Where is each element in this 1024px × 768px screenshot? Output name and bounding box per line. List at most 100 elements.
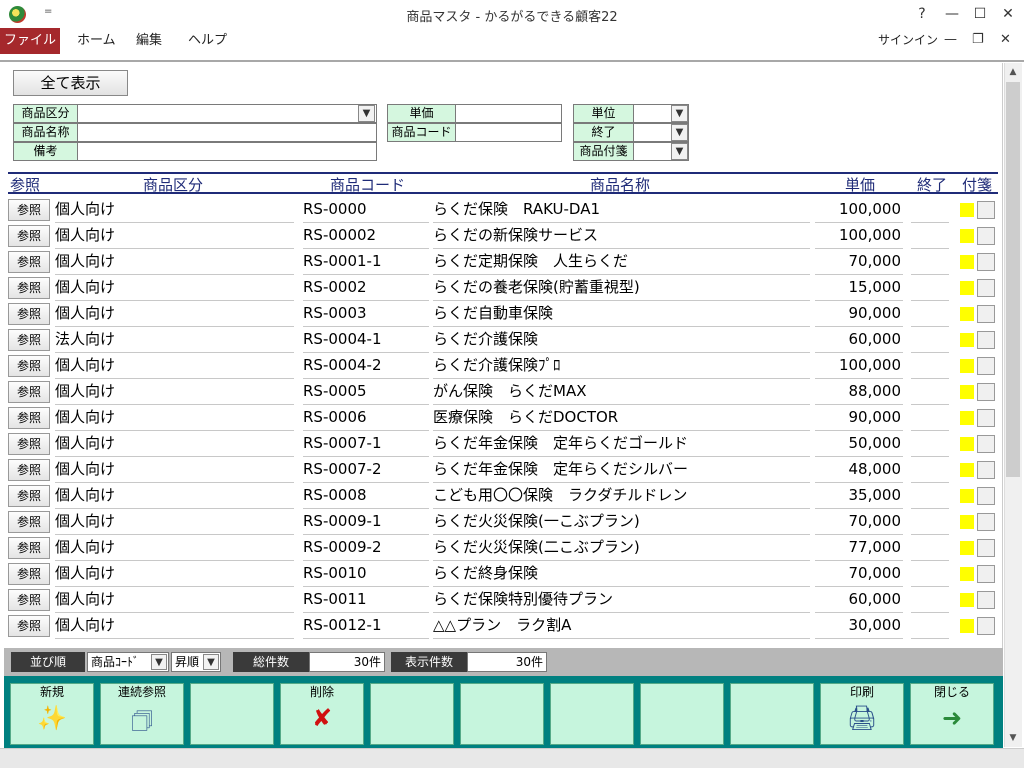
category-select[interactable] [77,104,377,123]
sort-order-dropdown-icon[interactable]: ▼ [203,654,219,670]
empty-slot-5 [640,683,724,745]
name-label: 商品名称 [13,123,78,142]
row-ended [911,535,949,561]
ref-button[interactable]: 参照 [8,485,50,507]
tag-color-swatch [960,515,974,529]
new-button[interactable]: 新規 ✨ [10,683,94,745]
tag-dropdown-icon[interactable]: ▼ [671,143,688,160]
tag-picker-button[interactable] [977,357,995,375]
ref-button[interactable]: 参照 [8,355,50,377]
minimize-window-icon[interactable]: — [938,4,966,24]
ref-button[interactable]: 参照 [8,563,50,585]
signin-link[interactable]: サインイン [878,31,938,48]
tag-picker-button[interactable] [977,409,995,427]
price-input[interactable] [455,104,562,123]
scrollbar-thumb[interactable] [1006,82,1020,477]
ref-button[interactable]: 参照 [8,225,50,247]
tab-home[interactable]: ホーム [63,28,130,54]
tag-picker-button[interactable] [977,591,995,609]
ended-dropdown-icon[interactable]: ▼ [671,124,688,141]
tag-picker-button[interactable] [977,565,995,583]
bulk-reference-button[interactable]: 連続参照 🗇 [100,683,184,745]
table-row: 参照 個人向け RS-0006 医療保険 らくだDOCTOR 90,000 [8,405,998,431]
table-row: 参照 個人向け RS-0007-1 らくだ年金保険 定年らくだゴールド 50,0… [8,431,998,457]
row-category: 個人向け [55,223,294,249]
tag-picker-button[interactable] [977,201,995,219]
doc-close-icon[interactable]: ✕ [1000,32,1011,47]
show-all-button[interactable]: 全て表示 [13,70,128,96]
memo-input[interactable] [77,142,377,161]
ref-button[interactable]: 参照 [8,407,50,429]
ref-button[interactable]: 参照 [8,433,50,455]
tab-edit[interactable]: 編集 [122,28,176,54]
row-category: 個人向け [55,431,294,457]
row-ended [911,431,949,457]
row-ended [911,197,949,223]
code-input[interactable] [455,123,562,142]
row-price: 60,000 [815,587,903,613]
tag-picker-button[interactable] [977,331,995,349]
ref-button[interactable]: 参照 [8,329,50,351]
unit-label: 単位 [573,104,634,123]
ref-button[interactable]: 参照 [8,615,50,637]
close-button[interactable]: 閉じる ➜ [910,683,994,745]
tag-color-swatch [960,437,974,451]
row-ended [911,327,949,353]
tag-color-swatch [960,255,974,269]
name-input[interactable] [77,123,377,142]
tag-picker-button[interactable] [977,513,995,531]
tab-file[interactable]: ファイル [0,28,60,54]
ref-button[interactable]: 参照 [8,459,50,481]
empty-slot-3 [460,683,544,745]
row-price: 77,000 [815,535,903,561]
ref-button[interactable]: 参照 [8,589,50,611]
row-price: 50,000 [815,431,903,457]
tag-picker-button[interactable] [977,227,995,245]
tag-picker-button[interactable] [977,487,995,505]
row-price: 35,000 [815,483,903,509]
row-name: らくだ定期保険 人生らくだ [433,249,810,275]
tag-picker-button[interactable] [977,461,995,479]
print-button[interactable]: 印刷 🖨 [820,683,904,745]
sort-field-dropdown-icon[interactable]: ▼ [151,654,167,670]
ref-button[interactable]: 参照 [8,277,50,299]
tag-picker-button[interactable] [977,305,995,323]
row-price: 15,000 [815,275,903,301]
category-dropdown-icon[interactable]: ▼ [358,105,375,122]
doc-minimize-icon[interactable]: — [944,32,957,47]
close-window-icon[interactable]: ✕ [994,4,1022,24]
tag-picker-button[interactable] [977,539,995,557]
ref-button[interactable]: 参照 [8,303,50,325]
tag-color-swatch [960,203,974,217]
new-button-label: 新規 [39,685,64,699]
tab-help[interactable]: ヘルプ [174,28,241,54]
ref-button[interactable]: 参照 [8,381,50,403]
scroll-up-icon[interactable]: ▲ [1005,64,1021,80]
row-category: 個人向け [55,301,294,327]
row-category: 個人向け [55,379,294,405]
doc-restore-icon[interactable]: ❐ [972,32,984,47]
row-name: こども用〇〇保険 ラクダチルドレン [433,483,810,509]
tag-picker-button[interactable] [977,253,995,271]
tag-picker-button[interactable] [977,279,995,297]
scroll-down-icon[interactable]: ▼ [1005,730,1021,746]
delete-button[interactable]: 削除 ✘ [280,683,364,745]
help-button[interactable]: ? [908,4,936,24]
table-row: 参照 個人向け RS-0005 がん保険 らくだMAX 88,000 [8,379,998,405]
ref-button[interactable]: 参照 [8,537,50,559]
table-row: 参照 個人向け RS-00002 らくだの新保険サービス 100,000 [8,223,998,249]
ref-button[interactable]: 参照 [8,511,50,533]
tag-picker-button[interactable] [977,383,995,401]
ref-button[interactable]: 参照 [8,251,50,273]
table-row: 参照 個人向け RS-0012-1 △△プラン ラク割A 30,000 [8,613,998,639]
row-category: 個人向け [55,353,294,379]
tag-picker-button[interactable] [977,617,995,635]
ref-button[interactable]: 参照 [8,199,50,221]
close-button-label: 閉じる [933,685,970,699]
table-row: 参照 個人向け RS-0009-2 らくだ火災保険(二こぶプラン) 77,000 [8,535,998,561]
empty-slot-2 [370,683,454,745]
tag-picker-button[interactable] [977,435,995,453]
maximize-window-icon[interactable]: ☐ [966,4,994,24]
col-header-ended: 終了 [917,176,948,194]
unit-dropdown-icon[interactable]: ▼ [671,105,688,122]
